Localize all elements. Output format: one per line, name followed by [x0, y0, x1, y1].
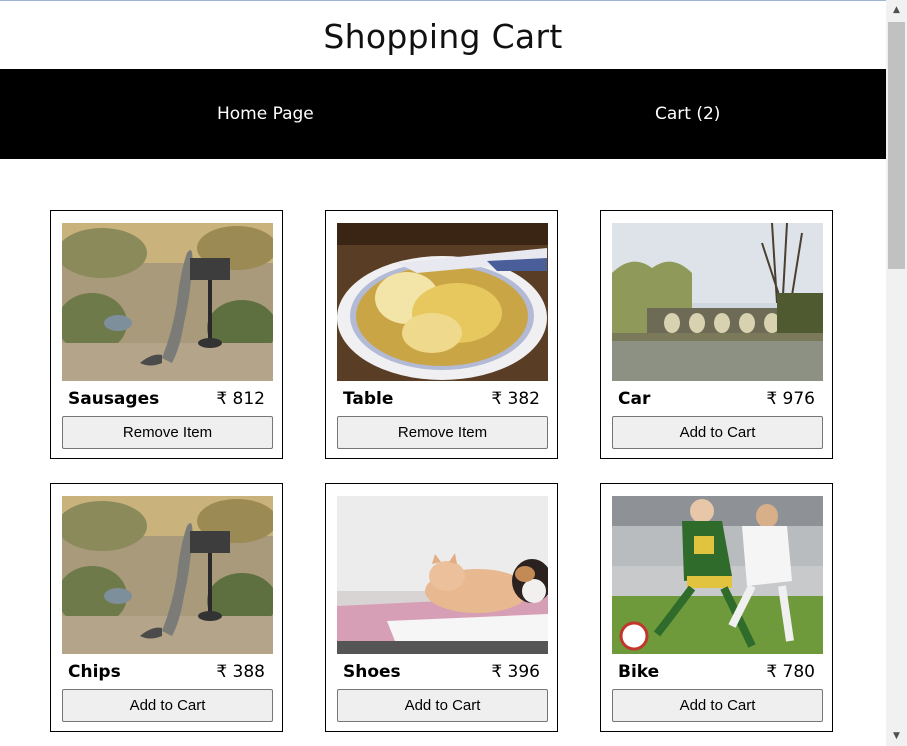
product-price: ₹ 396	[491, 662, 540, 682]
navbar: Home Page Cart (2)	[0, 69, 886, 159]
soccer-players-photo-icon	[612, 496, 823, 654]
noodle-soup-photo-icon	[337, 223, 548, 381]
product-price: ₹ 780	[766, 662, 815, 682]
nav-cart-link[interactable]: Cart (2)	[655, 102, 720, 126]
scrollbar-thumb[interactable]	[888, 22, 905, 269]
product-image	[62, 496, 273, 654]
product-image	[612, 496, 823, 654]
vertical-scrollbar[interactable]: ▲ ▼	[886, 0, 907, 746]
remove-item-button[interactable]: Remove Item	[62, 416, 273, 449]
cats-photo-icon	[337, 496, 548, 654]
product-name: Bike	[618, 662, 660, 682]
add-to-cart-button[interactable]: Add to Cart	[337, 689, 548, 722]
product-name: Car	[618, 389, 651, 409]
product-price: ₹ 388	[216, 662, 265, 682]
product-name: Chips	[68, 662, 121, 682]
product-card-shoes: Shoes ₹ 396 Add to Cart	[325, 483, 558, 732]
product-name: Shoes	[343, 662, 401, 682]
add-to-cart-button[interactable]: Add to Cart	[62, 689, 273, 722]
window-top-border	[0, 0, 907, 1]
nav-home-link[interactable]: Home Page	[217, 102, 314, 126]
product-card-table: Table ₹ 382 Remove Item	[325, 210, 558, 459]
product-price: ₹ 812	[216, 389, 265, 409]
fox-photo-icon	[62, 496, 273, 654]
product-card-car: Car ₹ 976 Add to Cart	[600, 210, 833, 459]
product-card-chips: Chips ₹ 388 Add to Cart	[50, 483, 283, 732]
page-title: Shopping Cart	[323, 17, 563, 56]
scroll-up-arrow-icon[interactable]: ▲	[886, 2, 907, 19]
scroll-down-arrow-icon[interactable]: ▼	[886, 728, 907, 745]
product-image	[612, 223, 823, 381]
product-price: ₹ 976	[766, 389, 815, 409]
bridge-landscape-photo-icon	[612, 223, 823, 381]
browser-viewport: Shopping Cart Home Page Cart (2) Sausage…	[0, 0, 907, 746]
product-image	[62, 223, 273, 381]
product-image	[337, 496, 548, 654]
add-to-cart-button[interactable]: Add to Cart	[612, 689, 823, 722]
remove-item-button[interactable]: Remove Item	[337, 416, 548, 449]
product-name: Sausages	[68, 389, 160, 409]
product-name: Table	[343, 389, 394, 409]
product-card-sausages: Sausages ₹ 812 Remove Item	[50, 210, 283, 459]
product-image	[337, 223, 548, 381]
page: Shopping Cart Home Page Cart (2) Sausage…	[0, 0, 886, 746]
fox-photo-icon	[62, 223, 273, 381]
product-price: ₹ 382	[491, 389, 540, 409]
product-card-bike: Bike ₹ 780 Add to Cart	[600, 483, 833, 732]
add-to-cart-button[interactable]: Add to Cart	[612, 416, 823, 449]
